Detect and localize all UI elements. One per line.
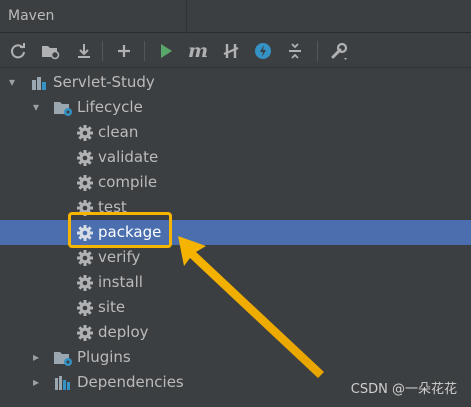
dependencies-label: Dependencies [77, 373, 184, 391]
tool-window-header: Maven [0, 0, 471, 33]
phase-label: validate [98, 148, 159, 166]
dependencies-icon [53, 374, 71, 392]
tool-window-title: Maven [8, 8, 55, 24]
execute-goal-icon[interactable]: m [186, 39, 210, 63]
header-divider [186, 0, 187, 33]
gear-icon [76, 324, 94, 342]
maven-module-icon [30, 74, 48, 92]
phase-label: compile [98, 173, 158, 191]
lifecycle-phase-validate[interactable]: validate [0, 145, 471, 170]
offline-mode-icon[interactable] [251, 39, 275, 63]
gear-icon [76, 149, 94, 167]
expand-chevron-down-icon[interactable]: ▾ [6, 74, 18, 90]
lifecycle-phase-install[interactable]: install [0, 270, 471, 295]
maven-toolbar: m [0, 34, 471, 68]
gear-icon [76, 124, 94, 142]
highlight-box-annotation [68, 212, 172, 248]
gear-icon [76, 249, 94, 267]
toolbar-separator [102, 41, 103, 61]
tree-row-plugins[interactable]: ▸ Plugins [0, 345, 471, 370]
tree-row-project[interactable]: ▾ Servlet-Study [0, 70, 471, 95]
toolbar-separator [317, 41, 318, 61]
settings-wrench-icon[interactable] [327, 39, 351, 63]
expand-chevron-right-icon[interactable]: ▸ [30, 374, 42, 390]
expand-chevron-right-icon[interactable]: ▸ [30, 349, 42, 365]
plugins-label: Plugins [77, 348, 131, 366]
tree-row-lifecycle[interactable]: ▾ Lifecycle [0, 95, 471, 120]
lifecycle-label: Lifecycle [77, 98, 143, 116]
phase-label: site [98, 298, 126, 316]
project-label: Servlet-Study [53, 73, 155, 91]
lifecycle-phase-verify[interactable]: verify [0, 245, 471, 270]
gear-icon [76, 299, 94, 317]
gear-icon [76, 174, 94, 192]
lifecycle-phase-deploy[interactable]: deploy [0, 320, 471, 345]
collapse-all-icon[interactable] [283, 39, 307, 63]
phase-label: deploy [98, 323, 149, 341]
plugins-folder-icon [53, 349, 72, 367]
lifecycle-phase-clean[interactable]: clean [0, 120, 471, 145]
add-maven-project-icon[interactable] [38, 39, 62, 63]
watermark-text: CSDN @一朵花花 [350, 382, 457, 397]
download-sources-icon[interactable] [72, 39, 96, 63]
toolbar-separator [144, 41, 145, 61]
run-icon[interactable] [154, 39, 178, 63]
skip-tests-icon[interactable] [219, 39, 243, 63]
lifecycle-phase-compile[interactable]: compile [0, 170, 471, 195]
phase-label: verify [98, 248, 141, 266]
expand-chevron-down-icon[interactable]: ▾ [30, 99, 42, 115]
phase-label: install [98, 273, 143, 291]
lifecycle-phase-site[interactable]: site [0, 295, 471, 320]
add-icon[interactable] [112, 39, 136, 63]
reload-icon[interactable] [6, 39, 30, 63]
phase-label: clean [98, 123, 139, 141]
gear-icon [76, 274, 94, 292]
lifecycle-folder-gear-icon [53, 99, 72, 117]
